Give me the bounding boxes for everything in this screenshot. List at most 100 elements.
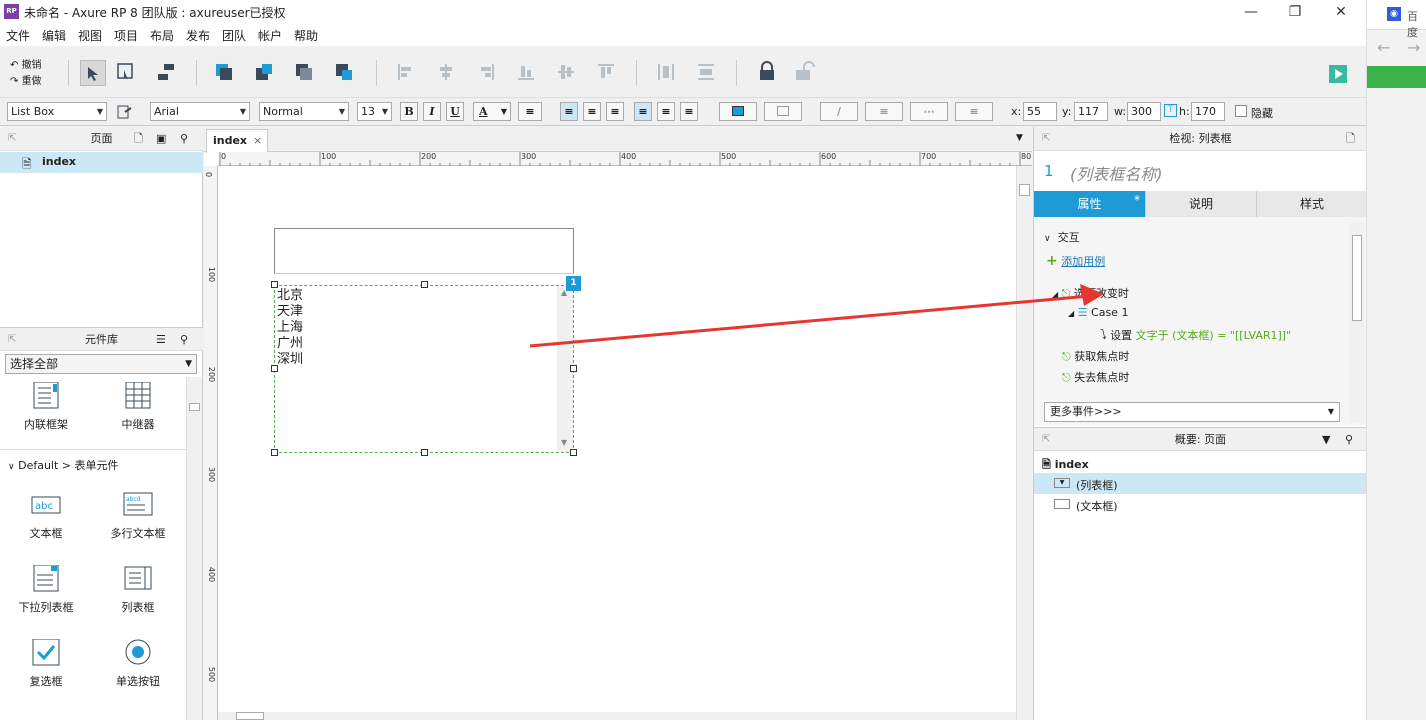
event-selection-changed[interactable]: ◢ ⎋ 选项改变时	[1052, 285, 1129, 301]
menu-icon[interactable]: ☰	[156, 328, 166, 352]
library-item-text-field[interactable]: abc 文本框	[6, 491, 86, 541]
inspector-scrollbar[interactable]	[1350, 223, 1364, 423]
align-center-icon[interactable]	[436, 62, 456, 82]
line-width-button[interactable]: ≡	[865, 102, 903, 121]
valign-top-icon[interactable]: ≡	[634, 102, 652, 121]
canvas-horizontal-scrollbar[interactable]	[218, 712, 1016, 720]
resize-handle[interactable]	[421, 449, 428, 456]
tab-index[interactable]: index ×	[206, 129, 268, 153]
menu-help[interactable]: 帮助	[294, 27, 318, 44]
library-item-text-area[interactable]: abcd 多行文本框	[98, 491, 178, 541]
unlock-icon[interactable]	[794, 60, 815, 80]
list-option[interactable]: 深圳	[277, 352, 303, 368]
arrow-style-button[interactable]: ≡	[955, 102, 993, 121]
outline-item-textfield[interactable]: (文本框)	[1034, 494, 1367, 515]
library-item-droplist[interactable]: 下拉列表框	[6, 564, 86, 615]
library-item-inline-frame[interactable]: 内联框架	[6, 381, 86, 432]
line-color-button[interactable]: ∕	[820, 102, 858, 121]
minimize-icon[interactable]: —	[1236, 2, 1266, 22]
menu-file[interactable]: 文件	[6, 27, 30, 44]
font-family-select[interactable]: Arial ▼	[150, 102, 250, 121]
link-proportions-icon[interactable]: ⊤	[1164, 104, 1177, 117]
contained-select-icon[interactable]	[116, 62, 136, 82]
tab-properties[interactable]: 属性 *	[1034, 191, 1145, 217]
hidden-checkbox[interactable]	[1235, 105, 1247, 117]
list-box-widget[interactable]: 北京 天津 上海 广州 深圳 ▲ ▼ 1	[274, 276, 581, 453]
collapse-icon[interactable]: ⇱	[8, 127, 16, 151]
canvas-vertical-scrollbar[interactable]	[1016, 166, 1032, 720]
italic-button[interactable]: I	[423, 102, 441, 121]
list-option[interactable]: 上海	[277, 320, 303, 336]
widget-type-select[interactable]: List Box ▼	[7, 102, 107, 121]
interactions-header[interactable]: ∨ 交互	[1044, 229, 1080, 245]
library-item-list-box[interactable]: 列表框	[98, 565, 178, 615]
line-pattern-button[interactable]: ⋯	[910, 102, 948, 121]
connector-icon[interactable]	[156, 62, 176, 82]
align-left-icon[interactable]	[396, 62, 416, 82]
resize-handle[interactable]	[421, 281, 428, 288]
scroll-down-icon[interactable]: ▼	[561, 438, 567, 447]
widget-name-input[interactable]: (列表框名称)	[1070, 161, 1163, 185]
interaction-badge[interactable]: 1	[566, 276, 581, 291]
collapse-icon[interactable]: ⇱	[1042, 127, 1050, 151]
underline-button[interactable]: U	[446, 102, 464, 121]
menu-view[interactable]: 视图	[78, 27, 102, 44]
close-icon[interactable]: ✕	[1326, 2, 1356, 22]
resize-handle[interactable]	[570, 449, 577, 456]
text-field-widget[interactable]	[274, 228, 574, 274]
list-option[interactable]: 天津	[277, 304, 303, 320]
bring-forward-icon[interactable]	[254, 62, 274, 82]
bold-button[interactable]: B	[400, 102, 418, 121]
library-select[interactable]: 选择全部 ▼	[5, 354, 197, 374]
align-middle-icon[interactable]	[556, 62, 576, 82]
format-painter-icon[interactable]	[116, 104, 132, 123]
redo-button[interactable]: ↷ 重做	[10, 72, 42, 87]
align-text-right-icon[interactable]: ≡	[606, 102, 624, 121]
search-icon[interactable]: ⚲	[1345, 428, 1353, 452]
event-blur[interactable]: ⎋ 失去焦点时	[1062, 369, 1129, 385]
align-bottom-icon[interactable]	[596, 62, 616, 82]
forward-icon[interactable]: →	[1407, 38, 1420, 57]
browser-tab[interactable]: ◉ 百度	[1367, 0, 1426, 39]
action-item[interactable]: ⭝ 设置 文字于 (文本框) = "[[LVAR1]]"	[1100, 327, 1291, 343]
resize-handle[interactable]	[570, 365, 577, 372]
close-tab-icon[interactable]: ×	[253, 130, 262, 152]
search-icon[interactable]: ⚲	[180, 328, 188, 352]
font-style-select[interactable]: Normal ▼	[259, 102, 349, 121]
list-option[interactable]: 北京	[277, 288, 303, 304]
h-input[interactable]: 170	[1191, 102, 1225, 121]
maximize-icon[interactable]: ❐	[1280, 2, 1310, 22]
case-item[interactable]: ◢ ☰ Case 1	[1068, 306, 1128, 319]
outline-item-listbox[interactable]: ▼ (列表框)	[1034, 473, 1367, 494]
valign-middle-icon[interactable]: ≡	[657, 102, 675, 121]
add-case-link[interactable]: + 添加用例	[1046, 253, 1105, 269]
tab-style[interactable]: 样式	[1256, 191, 1367, 217]
distribute-v-icon[interactable]	[696, 62, 716, 82]
library-scrollbar[interactable]	[186, 377, 202, 720]
align-text-center-icon[interactable]: ≡	[583, 102, 601, 121]
chevron-down-icon[interactable]: ▼	[1016, 133, 1023, 143]
menu-account[interactable]: 帐户	[258, 27, 282, 44]
add-folder-icon[interactable]: ▣	[156, 127, 166, 151]
menu-layout[interactable]: 布局	[150, 27, 174, 44]
w-input[interactable]: 300	[1127, 102, 1161, 121]
fill-color-button[interactable]	[719, 102, 757, 121]
menu-project[interactable]: 项目	[114, 27, 138, 44]
more-events-select[interactable]: 更多事件>>> ▼	[1044, 402, 1340, 422]
y-input[interactable]: 117	[1074, 102, 1108, 121]
search-icon[interactable]: ⚲	[180, 127, 188, 151]
library-item-radio[interactable]: 单选按钮	[98, 639, 178, 689]
notes-page-icon[interactable]: 🗋	[1346, 127, 1355, 151]
send-backward-icon[interactable]	[294, 62, 314, 82]
distribute-h-icon[interactable]	[656, 62, 676, 82]
shadow-button[interactable]	[764, 102, 802, 121]
library-item-checkbox[interactable]: 复选框	[6, 638, 86, 689]
library-item-repeater[interactable]: 中继器	[98, 381, 178, 432]
x-input[interactable]: 55	[1023, 102, 1057, 121]
bring-front-icon[interactable]	[214, 62, 234, 82]
resize-handle[interactable]	[271, 365, 278, 372]
page-item-index[interactable]: 🗎 index	[0, 152, 203, 173]
align-text-left-icon[interactable]: ≡	[560, 102, 578, 121]
resize-handle[interactable]	[271, 281, 278, 288]
menu-publish[interactable]: 发布	[186, 27, 210, 44]
